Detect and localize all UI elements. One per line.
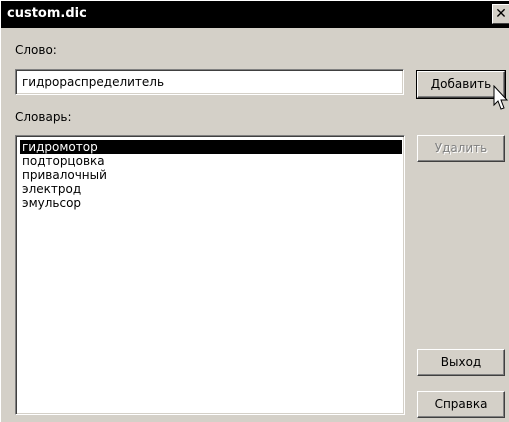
title-bar[interactable]: custom.dic ✕ bbox=[1, 1, 509, 28]
help-button-label: Справка bbox=[434, 397, 488, 411]
add-button[interactable]: Добавить bbox=[416, 70, 506, 99]
close-icon: ✕ bbox=[495, 6, 507, 22]
list-item[interactable]: подторцовка bbox=[20, 154, 105, 168]
list-item[interactable]: электрод bbox=[20, 182, 81, 196]
word-input[interactable] bbox=[22, 74, 392, 90]
delete-button-label: Удалить bbox=[434, 141, 488, 155]
word-field[interactable] bbox=[15, 69, 404, 95]
dictionary-label: Словарь: bbox=[15, 110, 72, 124]
list-item[interactable]: эмульсор bbox=[20, 196, 81, 210]
close-button[interactable]: ✕ bbox=[492, 4, 509, 24]
word-label: Слово: bbox=[15, 43, 57, 57]
add-button-label: Добавить bbox=[430, 77, 492, 91]
exit-button-label: Выход bbox=[440, 355, 482, 369]
dialog-window: custom.dic ✕ Слово: Словарь: гидромотор … bbox=[0, 0, 509, 422]
list-item[interactable]: привалочный bbox=[20, 168, 107, 182]
list-item[interactable]: гидромотор bbox=[20, 140, 402, 154]
delete-button[interactable]: Удалить bbox=[417, 135, 505, 162]
window-title: custom.dic bbox=[7, 6, 87, 21]
exit-button[interactable]: Выход bbox=[417, 349, 505, 376]
help-button[interactable]: Справка bbox=[417, 391, 505, 418]
dictionary-listbox[interactable]: гидромотор подторцовка привалочный элект… bbox=[15, 135, 405, 415]
arrow-cursor-icon bbox=[493, 85, 509, 110]
